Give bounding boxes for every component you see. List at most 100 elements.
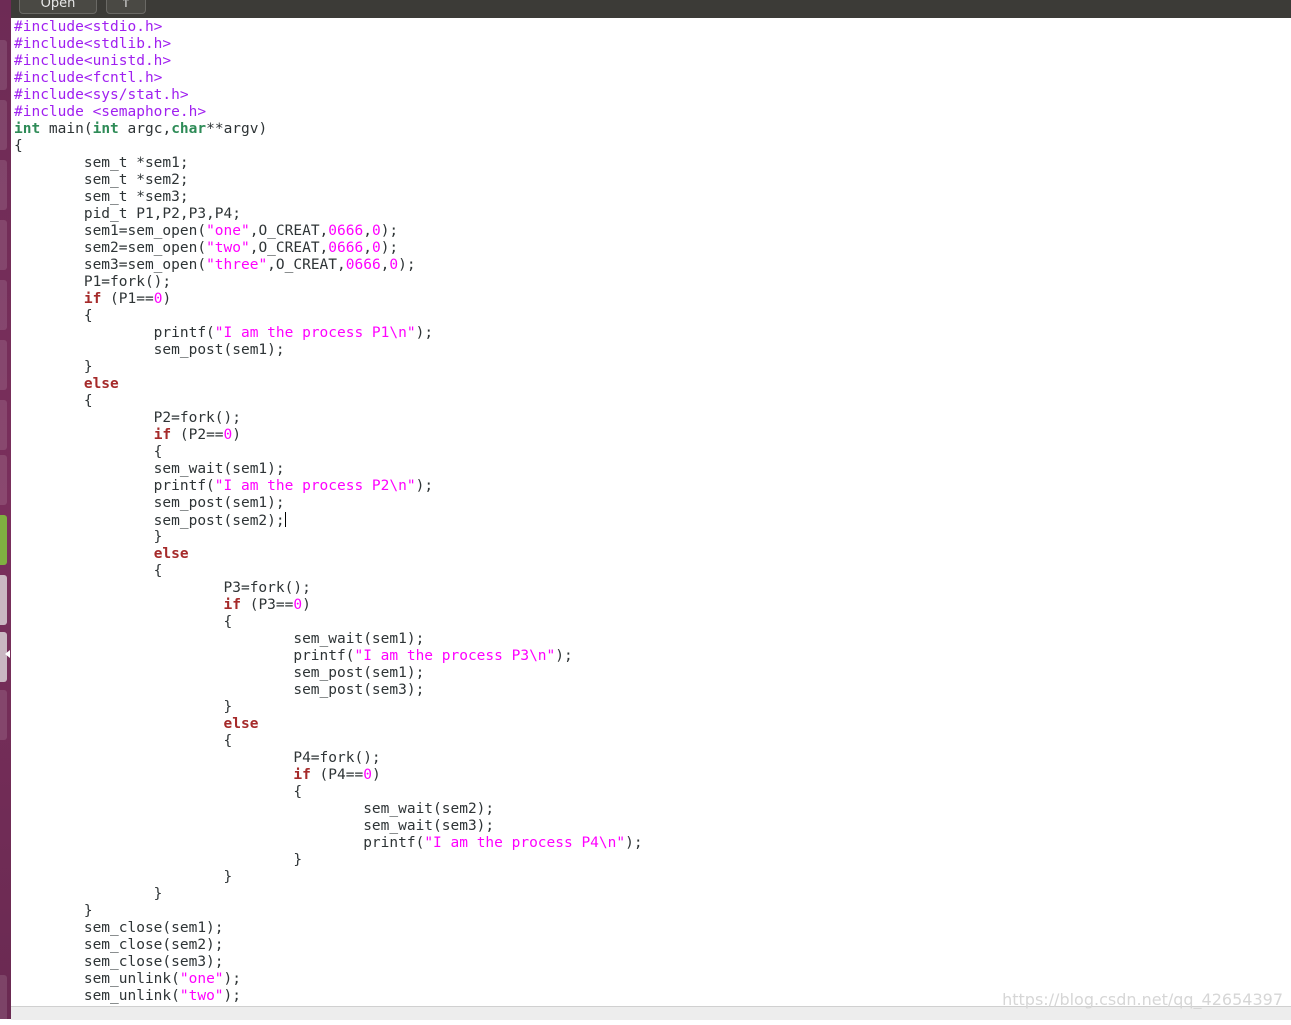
code-line[interactable]: sem_post(sem2); [14, 512, 643, 529]
code-text-area[interactable]: #include<stdio.h> #include<stdlib.h> #incl… [14, 19, 643, 1005]
code-token: sem_post(sem1); [14, 342, 285, 358]
code-token: **argv) [206, 121, 268, 137]
code-line[interactable]: } [14, 529, 643, 546]
code-token: { [14, 563, 163, 579]
code-token: else [223, 716, 259, 732]
code-line[interactable]: { [14, 733, 643, 750]
code-line[interactable]: { [14, 444, 643, 461]
code-line[interactable]: { [14, 614, 643, 631]
code-line[interactable]: P3=fork(); [14, 580, 643, 597]
code-line[interactable]: if (P4==0) [14, 767, 643, 784]
code-line[interactable]: sem_t *sem3; [14, 189, 643, 206]
code-line[interactable]: printf("I am the process P4\n"); [14, 835, 642, 852]
code-token: printf( [14, 325, 215, 341]
code-line[interactable]: sem_wait(sem1); [14, 461, 643, 478]
launcher-app-icon[interactable] [0, 100, 7, 150]
launcher-app-icon[interactable] [0, 690, 7, 740]
code-line[interactable]: sem_wait(sem1); [14, 631, 643, 648]
code-token: if [153, 427, 172, 443]
code-token: 0 [389, 257, 399, 273]
code-line[interactable]: else [14, 376, 643, 393]
code-line[interactable]: sem_unlink("one"); [14, 971, 643, 988]
launcher-app-icon[interactable] [0, 280, 7, 330]
launcher-trash-icon[interactable] [0, 975, 7, 1025]
code-line[interactable]: sem_post(sem1); [14, 665, 643, 682]
code-line[interactable]: P2=fork(); [14, 410, 643, 427]
code-line[interactable]: sem_post(sem1); [14, 342, 643, 359]
code-line[interactable]: sem_t *sem2; [14, 172, 643, 189]
launcher-app-icon[interactable] [0, 160, 7, 210]
save-button[interactable]: ↑ [106, 0, 146, 14]
launcher-app-icon[interactable] [0, 575, 7, 625]
launcher-app-icon[interactable] [0, 40, 7, 90]
launcher-app-icon[interactable] [0, 455, 7, 505]
code-line[interactable]: else [14, 716, 643, 733]
code-line[interactable]: #include <semaphore.h> [14, 104, 643, 121]
code-line[interactable]: } [14, 903, 643, 920]
open-button[interactable]: Open [19, 0, 97, 14]
launcher-app-icon[interactable] [0, 220, 7, 270]
code-line[interactable]: { [14, 308, 643, 325]
code-token: printf( [14, 648, 355, 664]
code-token: ,O_CREAT, [249, 223, 329, 239]
code-line[interactable]: sem_wait(sem2); [14, 801, 643, 818]
code-line[interactable]: P4=fork(); [14, 750, 643, 767]
code-line[interactable]: #include<unistd.h> [14, 53, 643, 70]
code-line[interactable]: #include<fcntl.h> [14, 70, 643, 87]
code-line[interactable]: sem_unlink("two"); [14, 988, 643, 1005]
code-line[interactable]: pid_t P1,P2,P3,P4; [14, 206, 643, 223]
code-line[interactable]: printf("I am the process P1\n"); [14, 325, 643, 342]
code-line[interactable]: { [14, 784, 643, 801]
code-line[interactable]: sem_close(sem3); [14, 954, 643, 971]
code-line[interactable]: sem3=sem_open("three",O_CREAT,0666,0); [14, 257, 643, 274]
code-line[interactable]: sem1=sem_open("one",O_CREAT,0666,0); [14, 223, 643, 240]
code-token: #include<sys/stat.h> [14, 87, 189, 103]
code-line[interactable]: printf("I am the process P2\n"); [14, 478, 643, 495]
code-line[interactable]: #include<stdio.h> [14, 19, 643, 36]
code-token: char [171, 121, 207, 137]
code-line[interactable]: sem_post(sem3); [14, 682, 643, 699]
code-line[interactable]: sem_close(sem2); [14, 937, 643, 954]
code-line[interactable]: sem_post(sem1); [14, 495, 643, 512]
code-line[interactable]: P1=fork(); [14, 274, 643, 291]
code-line[interactable]: #include<sys/stat.h> [14, 87, 643, 104]
code-editor[interactable]: #include<stdio.h> #include<stdlib.h> #incl… [11, 18, 1291, 1006]
code-line[interactable]: if (P2==0) [14, 427, 643, 444]
launcher-app-icon[interactable] [0, 340, 7, 390]
code-token: ,O_CREAT, [249, 240, 329, 256]
code-token: sem_wait(sem1); [14, 461, 285, 477]
code-line[interactable]: { [14, 393, 643, 410]
code-line[interactable]: } [14, 886, 643, 903]
code-line[interactable]: sem2=sem_open("two",O_CREAT,0666,0); [14, 240, 643, 257]
launcher-app-icon[interactable] [0, 400, 7, 450]
code-line[interactable]: sem_close(sem1); [14, 920, 643, 937]
code-token: } [14, 886, 163, 902]
code-token: #include<stdlib.h> [14, 36, 172, 52]
code-token: sem1=sem_open( [14, 223, 207, 239]
code-token: 0 [371, 223, 381, 239]
code-token: } [14, 699, 233, 715]
code-token: sem3=sem_open( [14, 257, 207, 273]
code-line[interactable]: printf("I am the process P3\n"); [14, 648, 643, 665]
launcher-active-app-icon[interactable] [0, 515, 7, 565]
code-line[interactable]: if (P1==0) [14, 291, 643, 308]
code-line[interactable]: } [14, 869, 643, 886]
code-line[interactable]: sem_t *sem1; [14, 155, 643, 172]
code-line[interactable]: } [14, 699, 643, 716]
code-token: "one" [179, 971, 224, 987]
code-line[interactable]: } [14, 359, 643, 376]
code-line[interactable]: else [14, 546, 643, 563]
code-line[interactable]: { [14, 138, 643, 155]
code-line[interactable]: sem_wait(sem3); [14, 818, 643, 835]
code-line[interactable]: if (P3==0) [14, 597, 643, 614]
code-token: P4=fork(); [14, 750, 381, 766]
code-line[interactable]: } [14, 852, 643, 869]
code-token: 0 [363, 767, 372, 783]
code-line[interactable]: int main(int argc,char**argv) [14, 121, 643, 138]
code-line[interactable]: { [14, 563, 643, 580]
code-token: } [14, 529, 163, 545]
code-line[interactable]: #include<stdlib.h> [14, 36, 643, 53]
